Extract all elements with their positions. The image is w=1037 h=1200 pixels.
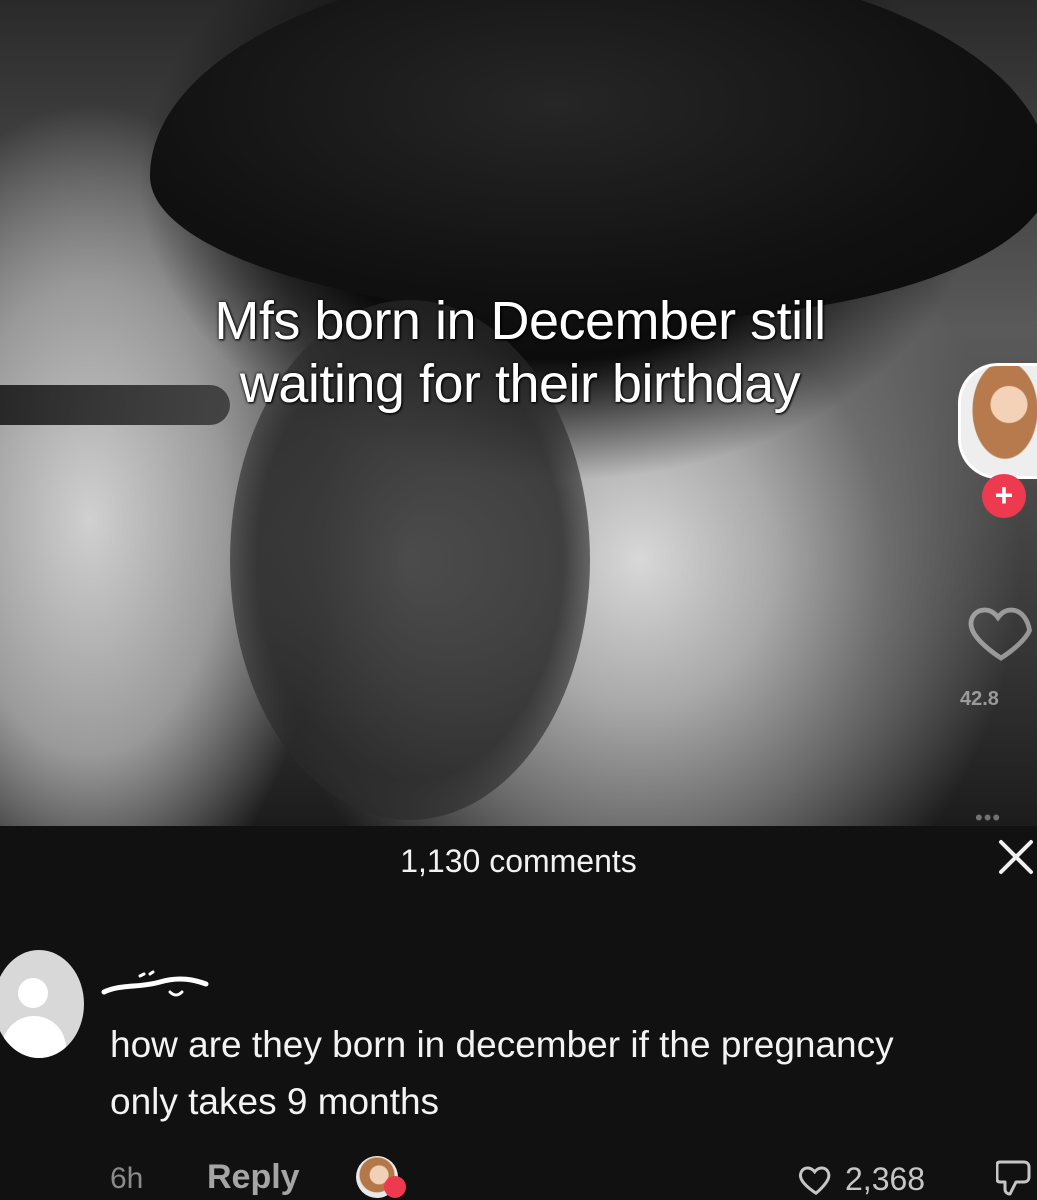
mini-heart-icon (384, 1176, 406, 1198)
comment-like-count: 2,368 (845, 1160, 926, 1197)
video-likes-count: 42.8 (960, 688, 999, 710)
comment-text: how are they born in december if the pre… (110, 1024, 894, 1122)
redacted-username-scribble (101, 970, 209, 997)
heart-outline-icon (799, 1166, 831, 1195)
comment-timestamp: 6h (110, 1162, 144, 1195)
liked-by-creator-badge (356, 1156, 412, 1200)
close-icon[interactable] (995, 836, 1037, 878)
dislike-icon[interactable] (996, 1156, 1037, 1200)
video-window-bar (0, 385, 230, 425)
like-heart-icon[interactable] (965, 595, 1037, 667)
comments-sheet (0, 826, 1037, 1200)
video-hair-shape (150, 0, 1037, 320)
video-caption: Mfs born in December still waiting for t… (214, 291, 826, 414)
reply-button[interactable]: Reply (207, 1158, 300, 1197)
video-player[interactable]: Mfs born in December still waiting for t… (0, 0, 1037, 826)
comment-like-button[interactable]: 2,368 (795, 1158, 925, 1200)
comments-count-title: 1,130 comments (400, 843, 637, 879)
follow-plus-button[interactable]: + (982, 474, 1026, 518)
creator-avatar[interactable] (958, 363, 1037, 479)
